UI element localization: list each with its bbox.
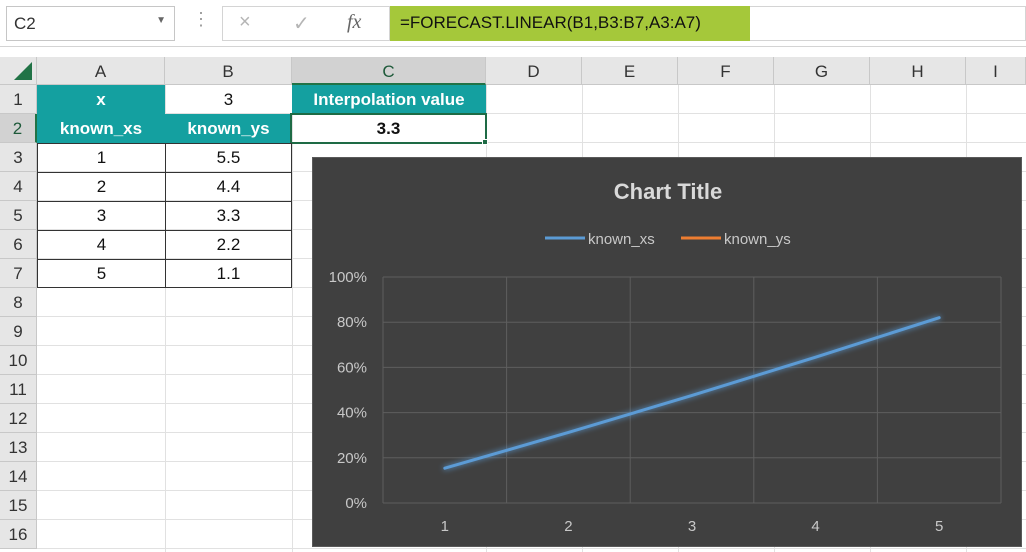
excel-window: C2 ▼ ⋮ × ✓ fx =FORECAST.LINEAR(B1,B3:B7,…: [0, 0, 1026, 552]
row-header-9[interactable]: 9: [0, 317, 37, 346]
x-tick-label: 5: [935, 518, 943, 535]
row-header-16[interactable]: 16: [0, 520, 37, 549]
formula-bar: C2 ▼ ⋮ × ✓ fx =FORECAST.LINEAR(B1,B3:B7,…: [0, 0, 1026, 47]
cell-b1[interactable]: 3: [165, 85, 292, 114]
cell-a1[interactable]: x: [37, 85, 165, 114]
row-header-1[interactable]: 1: [0, 85, 37, 114]
fill-handle[interactable]: [482, 139, 488, 145]
y-tick-label: 100%: [329, 269, 367, 286]
cell-b5[interactable]: 3.3: [165, 201, 292, 231]
row-header-13[interactable]: 13: [0, 433, 37, 462]
name-box-value: C2: [14, 14, 36, 33]
cell-b3[interactable]: 5.5: [165, 143, 292, 173]
insert-function-icon[interactable]: fx: [347, 11, 361, 34]
row-header-10[interactable]: 10: [0, 346, 37, 375]
column-header-a[interactable]: A: [37, 57, 165, 85]
row-header-14[interactable]: 14: [0, 462, 37, 491]
cell-b6[interactable]: 2.2: [165, 230, 292, 260]
select-all-button[interactable]: [0, 57, 37, 85]
x-tick-label: 2: [564, 518, 572, 535]
column-header-c[interactable]: C: [292, 57, 486, 85]
chart-legend[interactable]: known_xs known_ys: [545, 231, 791, 248]
cell-a7[interactable]: 5: [37, 259, 166, 288]
cell-a4[interactable]: 2: [37, 172, 166, 202]
column-header-i[interactable]: I: [966, 57, 1026, 85]
row-header-6[interactable]: 6: [0, 230, 37, 259]
row-header-5[interactable]: 5: [0, 201, 37, 230]
legend-entry-known-xs[interactable]: known_xs: [545, 231, 655, 248]
cell-a2[interactable]: known_xs: [37, 114, 165, 143]
chart-canvas: Chart Title known_xs known_ys 0% 20% 40% 60%…: [329, 179, 1002, 535]
chevron-down-icon[interactable]: ▼: [156, 15, 166, 26]
row-header-7[interactable]: 7: [0, 259, 37, 288]
line-chart[interactable]: Chart Title known_xs known_ys 0% 20% 40% 60%…: [312, 157, 1022, 547]
legend-entry-known-ys[interactable]: known_ys: [681, 231, 791, 248]
chart-title[interactable]: Chart Title: [614, 179, 722, 204]
row-header-15[interactable]: 15: [0, 491, 37, 520]
formula-actions: × ✓ fx: [222, 6, 390, 41]
cell-b7[interactable]: 1.1: [165, 259, 292, 288]
legend-label: known_ys: [724, 231, 791, 248]
x-tick-label: 1: [441, 518, 449, 535]
y-tick-label: 20%: [337, 450, 367, 467]
y-tick-label: 40%: [337, 405, 367, 422]
row-header-8[interactable]: 8: [0, 288, 37, 317]
formula-input-remainder[interactable]: [750, 6, 1026, 41]
enter-icon[interactable]: ✓: [293, 11, 310, 36]
cell-b4[interactable]: 4.4: [165, 172, 292, 202]
cell-a6[interactable]: 4: [37, 230, 166, 260]
column-header-h[interactable]: H: [870, 57, 966, 85]
name-box[interactable]: C2 ▼: [6, 6, 175, 41]
x-tick-label: 3: [688, 518, 696, 535]
row-header-3[interactable]: 3: [0, 143, 37, 172]
cell-b2[interactable]: known_ys: [165, 114, 292, 143]
column-header-g[interactable]: G: [774, 57, 870, 85]
cell-c2-active[interactable]: 3.3: [290, 113, 487, 144]
column-header-b[interactable]: B: [165, 57, 292, 85]
cell-a5[interactable]: 3: [37, 201, 166, 231]
column-header-d[interactable]: D: [486, 57, 582, 85]
plot-area: 0% 20% 40% 60% 80% 100% 1 2 3 4 5: [329, 269, 1002, 535]
select-all-icon: [14, 62, 32, 80]
cancel-icon[interactable]: ×: [239, 11, 251, 34]
legend-label: known_xs: [588, 231, 655, 248]
x-tick-label: 4: [811, 518, 819, 535]
y-tick-label: 60%: [337, 359, 367, 376]
gridline: [292, 85, 293, 552]
y-tick-label: 0%: [345, 495, 367, 512]
series-line-known-xs[interactable]: [443, 316, 941, 470]
cell-c1[interactable]: Interpolation value: [292, 85, 486, 114]
formula-input[interactable]: =FORECAST.LINEAR(B1,B3:B7,A3:A7): [390, 6, 750, 41]
more-options-icon[interactable]: ⋮: [192, 9, 210, 30]
gridline: [37, 548, 1026, 549]
cell-a3[interactable]: 1: [37, 143, 166, 173]
column-header-f[interactable]: F: [678, 57, 774, 85]
row-header-12[interactable]: 12: [0, 404, 37, 433]
y-tick-label: 80%: [337, 314, 367, 331]
row-header-4[interactable]: 4: [0, 172, 37, 201]
row-header-2[interactable]: 2: [0, 114, 37, 143]
row-header-11[interactable]: 11: [0, 375, 37, 404]
column-header-e[interactable]: E: [582, 57, 678, 85]
